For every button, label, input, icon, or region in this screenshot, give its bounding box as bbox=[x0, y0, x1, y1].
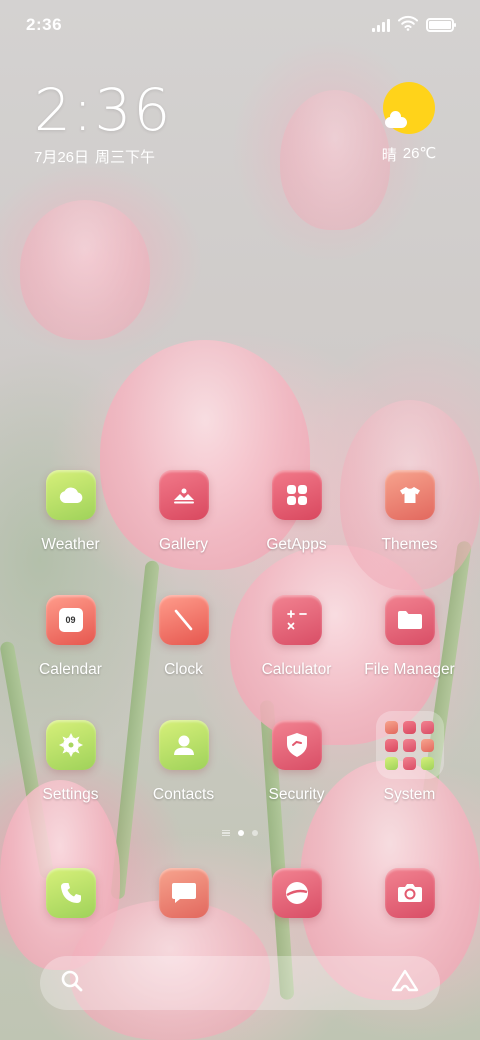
weekday-text: 周三下午 bbox=[95, 149, 156, 166]
camera-icon[interactable] bbox=[384, 868, 435, 918]
clock-hand-icon bbox=[158, 595, 209, 645]
mountain-image-icon bbox=[158, 470, 209, 520]
date-text: 7月26日 bbox=[34, 149, 90, 166]
page-indicator[interactable] bbox=[0, 830, 480, 836]
app-clock[interactable]: Clock bbox=[127, 595, 240, 720]
app-weather[interactable]: Weather bbox=[14, 470, 127, 595]
app-label: Security bbox=[268, 786, 325, 803]
phone-icon[interactable] bbox=[45, 868, 96, 918]
assistant-icon[interactable] bbox=[390, 968, 420, 999]
app-calendar[interactable]: 09 Calendar bbox=[14, 595, 127, 720]
signal-icon bbox=[372, 18, 390, 32]
person-icon bbox=[158, 720, 209, 770]
date-line: 7月26日 周三下午 bbox=[34, 146, 172, 167]
clock-widget[interactable]: 2:36 7月26日 周三下午 bbox=[34, 78, 172, 167]
gear-icon bbox=[45, 720, 96, 770]
sun-cloud-icon bbox=[383, 82, 435, 134]
app-label: Contacts bbox=[152, 786, 215, 803]
status-time: 2:36 bbox=[26, 15, 63, 34]
status-bar: 2:36 bbox=[0, 0, 480, 50]
app-label: Themes bbox=[381, 536, 438, 553]
app-file-manager[interactable]: File Manager bbox=[353, 595, 466, 720]
app-label: Weather bbox=[41, 536, 100, 553]
app-calculator[interactable]: Calculator bbox=[240, 595, 353, 720]
app-grid: Weather Gallery GetApps Themes 09 Calend… bbox=[14, 470, 466, 845]
calculator-icon bbox=[271, 595, 322, 645]
folder-system[interactable]: System bbox=[353, 711, 466, 845]
cloud-icon bbox=[45, 470, 96, 520]
calendar-day: 09 bbox=[58, 608, 83, 632]
app-drawer-indicator bbox=[222, 830, 230, 836]
clock-time: 2:36 bbox=[34, 76, 173, 144]
status-icons bbox=[372, 15, 456, 36]
folder-icon bbox=[384, 595, 435, 645]
app-label: Gallery bbox=[158, 536, 209, 553]
wifi-icon bbox=[398, 15, 418, 36]
weather-widget[interactable]: 晴 26℃ bbox=[374, 82, 444, 165]
search-icon[interactable] bbox=[60, 969, 84, 998]
app-contacts[interactable]: Contacts bbox=[127, 720, 240, 845]
search-bar[interactable] bbox=[40, 956, 440, 1010]
app-themes[interactable]: Themes bbox=[353, 470, 466, 595]
app-label: Clock bbox=[164, 661, 203, 678]
page-dot bbox=[252, 830, 258, 836]
app-gallery[interactable]: Gallery bbox=[127, 470, 240, 595]
app-label: Settings bbox=[42, 786, 99, 803]
weather-text: 晴 26℃ bbox=[374, 144, 444, 165]
app-label: GetApps bbox=[266, 536, 327, 553]
app-settings[interactable]: Settings bbox=[14, 720, 127, 845]
calendar-icon: 09 bbox=[45, 595, 96, 645]
grid-four-icon bbox=[271, 470, 322, 520]
battery-icon bbox=[426, 18, 456, 32]
tshirt-icon bbox=[384, 470, 435, 520]
message-icon[interactable] bbox=[158, 868, 209, 918]
app-getapps[interactable]: GetApps bbox=[240, 470, 353, 595]
app-label: Calculator bbox=[261, 661, 332, 678]
shield-icon bbox=[271, 720, 322, 770]
page-dot-active bbox=[238, 830, 244, 836]
weather-condition: 晴 bbox=[381, 147, 397, 164]
weather-temperature: 26℃ bbox=[402, 145, 437, 162]
folder-label: System bbox=[383, 786, 436, 803]
app-label: File Manager bbox=[364, 661, 455, 678]
app-security[interactable]: Security bbox=[240, 720, 353, 845]
app-label: Calendar bbox=[39, 661, 102, 678]
system-folder-icon bbox=[375, 711, 444, 779]
browser-icon[interactable] bbox=[271, 868, 322, 918]
dock bbox=[14, 868, 466, 918]
